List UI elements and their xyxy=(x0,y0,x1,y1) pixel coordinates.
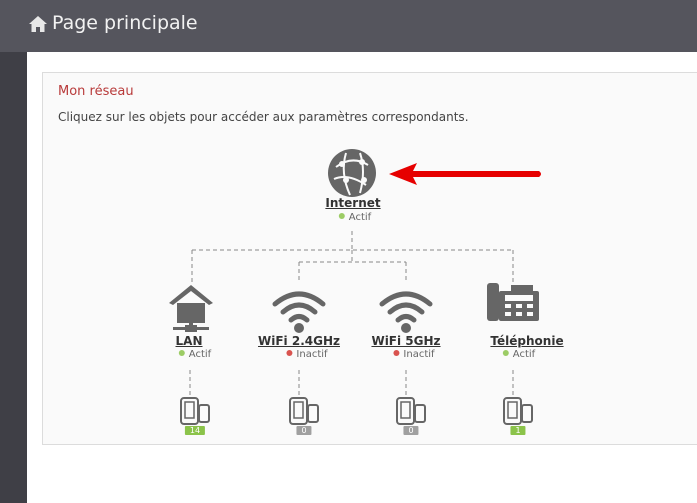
status-dot xyxy=(178,350,185,356)
wifi-5-device-count: 0 xyxy=(403,426,419,435)
globe-icon xyxy=(328,149,376,197)
wifi-5-node[interactable] xyxy=(378,286,434,334)
devices-icon xyxy=(396,397,426,425)
wifi-icon xyxy=(272,291,326,333)
lan-device-count: 14 xyxy=(184,426,206,435)
network-connections xyxy=(189,231,514,395)
phone-icon xyxy=(487,283,539,321)
home-icon xyxy=(29,16,47,32)
internet-status: Actif xyxy=(338,212,372,223)
page-header: Page principale xyxy=(0,0,697,52)
lan-status: Actif xyxy=(178,349,212,360)
wifi-24-label[interactable]: WiFi 2.4GHz xyxy=(258,334,340,348)
wifi-24-device-count: 0 xyxy=(296,426,312,435)
lan-node[interactable] xyxy=(167,283,215,333)
network-panel: Mon réseau Cliquez sur les objets pour a… xyxy=(42,72,697,445)
status-dot xyxy=(502,350,509,356)
page-title: Page principale xyxy=(52,12,198,34)
status-dot xyxy=(286,350,293,356)
telephony-devices[interactable] xyxy=(503,397,533,425)
wifi-icon xyxy=(379,291,433,333)
devices-icon xyxy=(289,397,319,425)
left-sidebar-strip xyxy=(0,0,27,503)
wifi-24-status: Inactif xyxy=(286,349,328,360)
wifi-5-status: Inactif xyxy=(393,349,435,360)
telephony-label[interactable]: Téléphonie xyxy=(490,334,563,348)
main-content: Mon réseau Cliquez sur les objets pour a… xyxy=(27,52,697,503)
devices-icon xyxy=(503,397,533,425)
status-text: Actif xyxy=(512,349,536,360)
devices-icon xyxy=(180,397,210,425)
telephony-device-count: 1 xyxy=(510,426,526,435)
internet-label[interactable]: Internet xyxy=(325,196,380,210)
status-dot xyxy=(393,350,400,356)
house-network-icon xyxy=(169,285,213,332)
status-text: Inactif xyxy=(403,349,435,360)
wifi-5-devices[interactable] xyxy=(396,397,426,425)
red-arrow-annotation xyxy=(389,163,541,185)
wifi-5-label[interactable]: WiFi 5GHz xyxy=(371,334,440,348)
wifi-24-node[interactable] xyxy=(271,286,327,334)
wifi-24-devices[interactable] xyxy=(289,397,319,425)
internet-node[interactable] xyxy=(326,147,378,199)
status-text: Actif xyxy=(188,349,212,360)
telephony-node[interactable] xyxy=(485,281,541,323)
status-text: Actif xyxy=(348,212,372,223)
status-text: Inactif xyxy=(296,349,328,360)
lan-devices[interactable] xyxy=(180,397,210,425)
status-dot xyxy=(338,213,345,219)
lan-label[interactable]: LAN xyxy=(176,334,203,348)
telephony-status: Actif xyxy=(502,349,536,360)
